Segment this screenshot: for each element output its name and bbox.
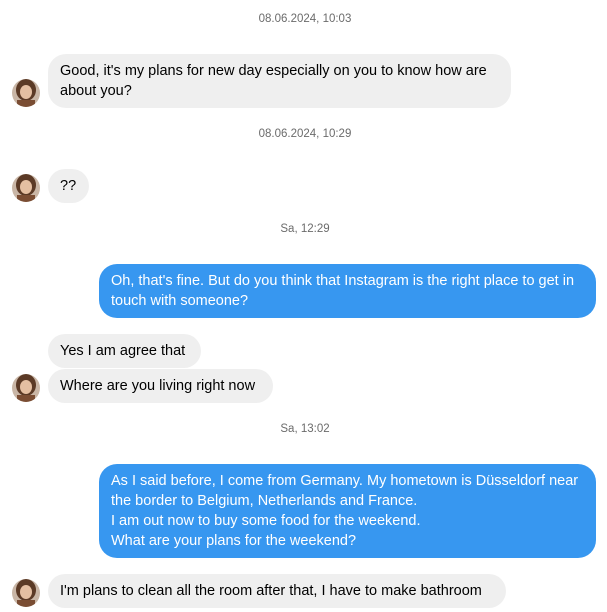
contact-avatar[interactable] [12, 79, 40, 107]
message-bubble-outgoing[interactable]: Oh, that's fine. But do you think that I… [99, 264, 596, 318]
message-bubble-incoming[interactable]: I'm plans to clean all the room after th… [48, 574, 506, 608]
message-thread: 08.06.2024, 10:03 Good, it's my plans fo… [0, 0, 607, 612]
message-bubble-incoming[interactable]: ?? [48, 169, 89, 203]
avatar-image [12, 174, 40, 202]
message-bubble-outgoing[interactable]: As I said before, I come from Germany. M… [99, 464, 596, 558]
contact-avatar[interactable] [12, 579, 40, 607]
timestamp: Sa, 13:02 [280, 423, 330, 435]
timestamp: 08.06.2024, 10:29 [258, 128, 352, 140]
avatar-image [12, 79, 40, 107]
contact-avatar[interactable] [12, 374, 40, 402]
timestamp: Sa, 12:29 [280, 223, 330, 235]
avatar-image [12, 579, 40, 607]
message-bubble-incoming[interactable]: Where are you living right now [48, 369, 273, 403]
message-bubble-incoming[interactable]: Yes I am agree that [48, 334, 201, 368]
timestamp: 08.06.2024, 10:03 [258, 13, 352, 25]
avatar-image [12, 374, 40, 402]
message-bubble-incoming[interactable]: Good, it's my plans for new day especial… [48, 54, 511, 108]
contact-avatar[interactable] [12, 174, 40, 202]
